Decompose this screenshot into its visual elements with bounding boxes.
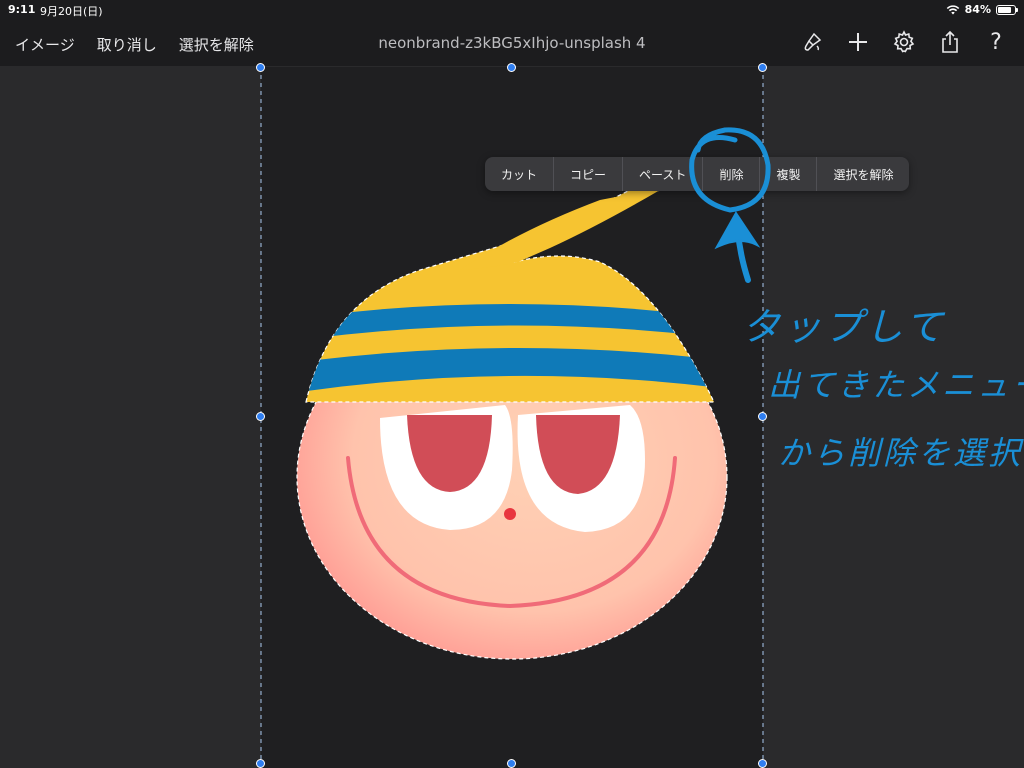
duplicate-menu-item[interactable]: 複製 (760, 157, 818, 191)
delete-menu-item[interactable]: 削除 (703, 157, 761, 191)
selection-handle-middle-right[interactable] (758, 412, 767, 421)
annotation-line-3: から削除を選択 (778, 434, 1024, 472)
selection-handle-bottom-left[interactable] (256, 759, 265, 768)
selection-handle-bottom-center[interactable] (507, 759, 516, 768)
cut-menu-item[interactable]: カット (485, 157, 555, 191)
annotation-line-2: 出てきたメニュー (768, 366, 1024, 404)
copy-menu-item[interactable]: コピー (554, 157, 624, 191)
selection-handle-top-center[interactable] (507, 63, 516, 72)
context-menu: カット コピー ペースト 削除 複製 選択を解除 (485, 157, 910, 191)
deselect-menu-item[interactable]: 選択を解除 (817, 157, 909, 191)
selection-handle-top-right[interactable] (758, 63, 767, 72)
selection-handle-middle-left[interactable] (256, 412, 265, 421)
selection-handle-top-left[interactable] (256, 63, 265, 72)
annotation-line-1: タップして (742, 305, 946, 349)
paste-menu-item[interactable]: ペースト (623, 157, 704, 191)
selection-handle-bottom-right[interactable] (758, 759, 767, 768)
